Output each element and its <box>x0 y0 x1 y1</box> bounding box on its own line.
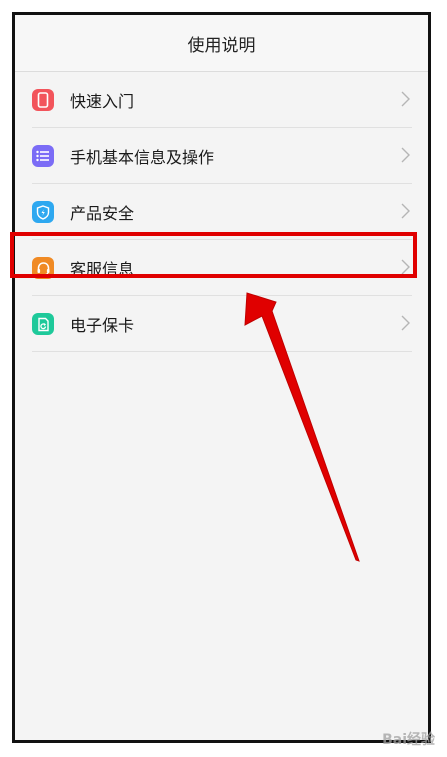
menu-item-label: 手机基本信息及操作 <box>70 148 215 167</box>
chevron-right-icon <box>401 91 410 107</box>
title-bar: 使用说明 <box>15 15 428 72</box>
menu-item-basic-info[interactable]: 手机基本信息及操作 <box>15 128 428 184</box>
menu-item-product-safety[interactable]: 产品安全 <box>15 184 428 240</box>
menu-item-label: 客服信息 <box>70 260 135 279</box>
page-title: 使用说明 <box>187 35 256 56</box>
chevron-right-icon <box>401 259 410 275</box>
chevron-right-icon <box>401 147 410 163</box>
chevron-right-icon <box>401 315 410 331</box>
phone-screen: 使用说明 快速入门 手机基本信息及操作 产品安全 客服信息 电子保卡 <box>12 12 431 743</box>
menu-item-label: 快速入门 <box>70 92 135 111</box>
shield-icon <box>32 201 54 223</box>
settings-list: 快速入门 手机基本信息及操作 产品安全 客服信息 电子保卡 <box>15 72 428 352</box>
menu-item-quick-start[interactable]: 快速入门 <box>15 72 428 128</box>
menu-item-e-warranty[interactable]: 电子保卡 <box>15 296 428 352</box>
menu-item-customer-service[interactable]: 客服信息 <box>15 240 428 296</box>
menu-item-label: 电子保卡 <box>70 316 135 335</box>
watermark: Bai经验 <box>382 732 435 748</box>
headset-icon <box>32 257 54 279</box>
phone-icon <box>32 89 54 111</box>
chevron-right-icon <box>401 203 410 219</box>
warranty-card-icon <box>32 313 54 335</box>
list-icon <box>32 145 54 167</box>
menu-item-label: 产品安全 <box>70 204 135 223</box>
